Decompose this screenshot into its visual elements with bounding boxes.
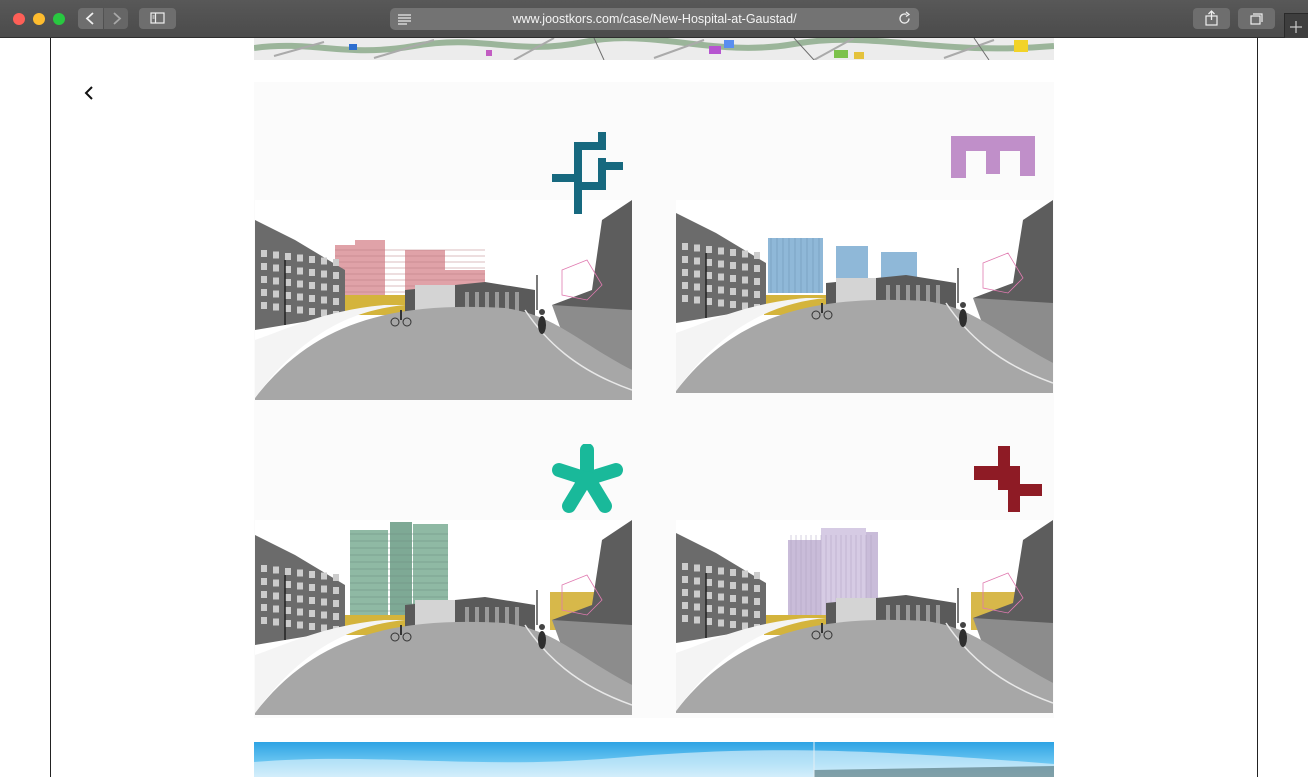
street-view-variant-2 bbox=[676, 200, 1053, 393]
sidebar-icon bbox=[150, 12, 165, 24]
back-icon bbox=[85, 12, 94, 25]
street-view-variant-1 bbox=[255, 200, 632, 400]
share-icon bbox=[1205, 10, 1218, 26]
street-view-variant-4 bbox=[676, 520, 1053, 713]
tabs-overview-button[interactable] bbox=[1238, 8, 1275, 29]
aerial-photo bbox=[254, 742, 1054, 777]
address-bar[interactable]: www.joostkors.com/case/New-Hospital-at-G… bbox=[390, 8, 919, 30]
zoom-window-button[interactable] bbox=[53, 13, 65, 25]
browser-toolbar: www.joostkors.com/case/New-Hospital-at-G… bbox=[0, 0, 1308, 38]
new-tab-icon bbox=[1290, 21, 1302, 33]
minimize-window-button[interactable] bbox=[33, 13, 45, 25]
asterisk-icon bbox=[552, 444, 623, 513]
back-button[interactable] bbox=[78, 8, 103, 29]
new-tab-button[interactable] bbox=[1284, 13, 1308, 38]
sidebar-button[interactable] bbox=[139, 8, 176, 29]
share-button[interactable] bbox=[1193, 8, 1230, 29]
comb-icon bbox=[951, 136, 1035, 178]
interlocking-cross-icon bbox=[552, 132, 623, 214]
tabs-overview-icon bbox=[1250, 13, 1263, 25]
site-map-image bbox=[254, 38, 1054, 60]
chevron-left-icon[interactable] bbox=[80, 82, 100, 104]
forward-icon bbox=[113, 12, 122, 25]
url-text[interactable]: www.joostkors.com/case/New-Hospital-at-G… bbox=[390, 8, 919, 30]
close-window-button[interactable] bbox=[13, 13, 25, 25]
reload-icon[interactable] bbox=[897, 8, 913, 30]
street-view-variant-3 bbox=[255, 520, 632, 715]
forward-button[interactable] bbox=[104, 8, 128, 29]
stepped-cross-icon bbox=[974, 446, 1042, 512]
